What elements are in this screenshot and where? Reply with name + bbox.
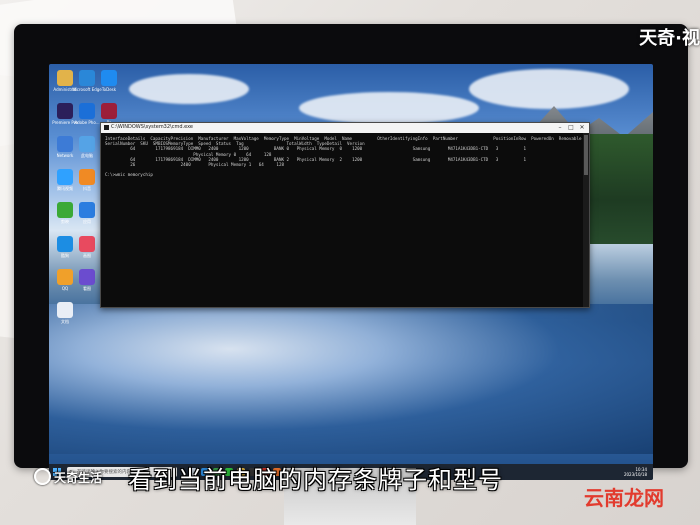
cloud — [299, 92, 479, 124]
user-folder-icon[interactable]: Administrat — [53, 70, 77, 92]
channel-logo-text: 天奇生活 — [54, 471, 103, 485]
logo-icon — [34, 468, 51, 485]
terminal-icon — [104, 125, 109, 130]
desktop-icon-label: ToDesk — [101, 87, 117, 92]
video-icon[interactable]: 腾讯视频 — [57, 169, 73, 191]
cmd-title: C:\WINDOWS\system32\cmd.exe — [111, 124, 193, 130]
paint-icon[interactable]: 画图 — [79, 235, 95, 258]
monitor: Administrat Microsoft Edge ToDesk Premiere … — [14, 24, 688, 480]
app-icon[interactable]: Adobe Pho... — [74, 103, 100, 125]
cmd-output-line: 64 17179869184 DIMM0 2400 1200 BANK 0 Ph… — [105, 146, 527, 152]
cmd-output-line — [105, 178, 585, 183]
edge-icon[interactable]: Microsoft Edge — [72, 70, 102, 92]
photo-icon[interactable]: 看图 — [79, 268, 95, 291]
premiere-icon[interactable]: Premiere Pro — [52, 103, 78, 125]
cmd-window[interactable]: C:\WINDOWS\system32\cmd.exe – □ ✕ Interf… — [100, 122, 590, 308]
lake-reflection — [49, 304, 653, 454]
sun-icon[interactable]: QQ — [57, 268, 73, 291]
brand-watermark-top: 天奇·视 — [639, 28, 700, 49]
document-icon[interactable]: 文档 — [57, 301, 73, 324]
computer-icon[interactable]: 此电脑 — [79, 136, 95, 158]
scissors-icon[interactable]: 抖音 — [79, 169, 95, 191]
red-app-icon[interactable]: Ps — [101, 103, 117, 125]
cmd-output[interactable]: InterfaceDetails CapacityPrecision Manuf… — [101, 133, 589, 305]
maximize-button[interactable]: □ — [566, 124, 576, 131]
shield-icon[interactable]: 应用 — [79, 202, 95, 224]
cmd-titlebar[interactable]: C:\WINDOWS\system32\cmd.exe – □ ✕ — [101, 123, 589, 133]
forest — [581, 134, 653, 244]
scrollbar-thumb[interactable] — [584, 135, 588, 175]
k-icon[interactable]: 酷狗 — [57, 235, 73, 258]
remote-desktop-icon[interactable]: ToDesk — [101, 70, 117, 92]
cloud — [469, 69, 629, 109]
minimize-button[interactable]: – — [555, 124, 565, 131]
channel-logo: 天奇生活 — [34, 468, 102, 486]
desktop-icon-label: 文档 — [61, 318, 69, 324]
video-caption: 看到当前电脑的内存条牌子和型号 — [128, 466, 503, 494]
close-button[interactable]: ✕ — [577, 124, 587, 131]
brand-watermark-bottom: 云南龙网 — [584, 486, 664, 510]
plus-icon[interactable]: 剪映 — [57, 202, 73, 224]
scrollbar[interactable] — [583, 133, 589, 307]
desktop-screen: Administrat Microsoft Edge ToDesk Premiere … — [49, 64, 653, 480]
cloud — [129, 74, 249, 104]
network-icon[interactable]: Network — [57, 136, 73, 158]
